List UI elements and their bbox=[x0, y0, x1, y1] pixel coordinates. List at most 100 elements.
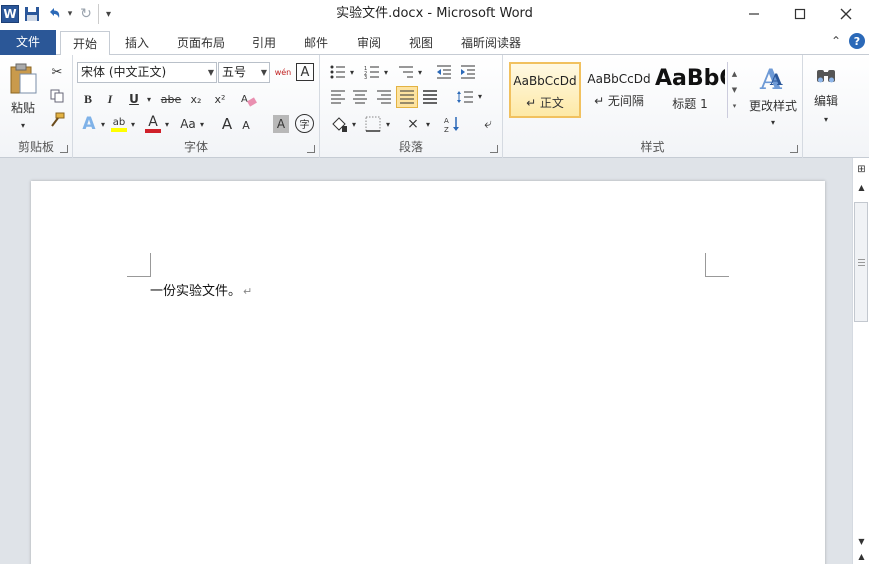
bullets-icon[interactable] bbox=[328, 63, 348, 81]
group-paragraph: ▾ 123 ▾ ▾ ▾ ▾ ▾ ⨯ ▾ A Z ⤶ 段落 bbox=[320, 55, 503, 158]
style-heading-1[interactable]: AaBbC 标题 1 bbox=[655, 62, 725, 118]
styles-launcher-icon[interactable] bbox=[790, 145, 798, 153]
change-case-dropdown-icon[interactable]: ▾ bbox=[198, 117, 206, 131]
multilevel-dropdown-icon[interactable]: ▾ bbox=[416, 65, 424, 79]
save-icon[interactable] bbox=[22, 4, 42, 24]
scroll-up-icon[interactable]: ▲ bbox=[854, 180, 869, 194]
styles-scroll-control[interactable]: ▲ ▼ ▾ bbox=[727, 62, 741, 118]
underline-button[interactable]: U bbox=[125, 89, 143, 109]
numbering-icon[interactable]: 123 bbox=[362, 63, 382, 81]
shading-dropdown-icon[interactable]: ▾ bbox=[350, 117, 358, 131]
chevron-up-icon[interactable]: ▲ bbox=[732, 70, 737, 78]
customize-qat-icon[interactable]: ▾ bbox=[98, 4, 118, 24]
grow-font-button[interactable]: A bbox=[218, 113, 236, 135]
bullets-dropdown-icon[interactable]: ▾ bbox=[348, 65, 356, 79]
undo-icon[interactable] bbox=[44, 4, 64, 24]
browse-object-icon[interactable]: ▲ bbox=[854, 549, 869, 563]
tab-home[interactable]: 开始 bbox=[60, 31, 110, 56]
ruler-toggle-icon[interactable]: ⊞ bbox=[854, 162, 869, 177]
tab-view[interactable]: 视图 bbox=[400, 31, 442, 55]
char-shading-button[interactable]: A bbox=[273, 115, 289, 133]
scroll-down-icon[interactable]: ▼ bbox=[854, 534, 869, 548]
borders-dropdown-icon[interactable]: ▾ bbox=[384, 117, 392, 131]
italic-button[interactable]: I bbox=[101, 89, 119, 109]
enclose-char-button[interactable]: 字 bbox=[295, 114, 314, 133]
tab-file[interactable]: 文件 bbox=[0, 30, 56, 55]
paste-dropdown-icon[interactable]: ▾ bbox=[16, 119, 30, 131]
group-font: 宋体 (中文正文) ▼ 五号 ▼ wén A B I U ▾ abe x₂ x² A… bbox=[73, 55, 320, 158]
svg-text:A: A bbox=[241, 94, 248, 105]
cut-icon[interactable]: ✂ bbox=[48, 63, 66, 81]
tab-insert[interactable]: 插入 bbox=[116, 31, 158, 55]
chevron-down-icon[interactable]: ▼ bbox=[732, 86, 737, 94]
vertical-scrollbar[interactable]: ⊞ ▲ ▼ ▲ bbox=[852, 158, 869, 564]
document-page[interactable]: 一份实验文件。 ↵ bbox=[31, 181, 825, 564]
paste-icon bbox=[10, 63, 37, 93]
bold-button[interactable]: B bbox=[79, 89, 97, 109]
change-case-button[interactable]: Aa bbox=[177, 113, 199, 135]
scroll-thumb[interactable] bbox=[854, 202, 868, 322]
tab-references[interactable]: 引用 bbox=[244, 31, 284, 55]
font-size-select[interactable]: 五号 ▼ bbox=[218, 62, 270, 83]
highlight-icon[interactable]: ab bbox=[109, 113, 129, 135]
align-center-icon[interactable] bbox=[350, 87, 370, 107]
underline-dropdown-icon[interactable]: ▾ bbox=[145, 91, 153, 107]
align-left-icon[interactable] bbox=[328, 87, 348, 107]
align-right-icon[interactable] bbox=[374, 87, 394, 107]
format-painter-icon[interactable] bbox=[48, 111, 66, 129]
collapse-ribbon-icon[interactable]: ⌃ bbox=[831, 34, 841, 48]
change-styles-button[interactable]: AA 更改样式 ▾ bbox=[745, 59, 801, 131]
ribbon-controls: ⌃ ? bbox=[831, 33, 865, 49]
distributed-icon[interactable] bbox=[420, 87, 440, 107]
tab-mailings[interactable]: 邮件 bbox=[296, 31, 336, 55]
more-icon[interactable]: ▾ bbox=[733, 102, 737, 110]
shading-icon[interactable] bbox=[328, 113, 350, 135]
justify-icon[interactable] bbox=[396, 86, 418, 108]
tab-page-layout[interactable]: 页面布局 bbox=[170, 31, 232, 55]
copy-icon[interactable] bbox=[48, 87, 66, 105]
sort-icon[interactable]: AZ bbox=[442, 113, 464, 135]
phonetic-guide-icon[interactable]: wén bbox=[273, 61, 293, 83]
line-spacing-icon[interactable] bbox=[454, 87, 476, 107]
show-marks-icon[interactable]: ⤶ bbox=[478, 113, 498, 135]
paragraph-launcher-icon[interactable] bbox=[490, 145, 498, 153]
close-button[interactable] bbox=[823, 0, 869, 28]
strikethrough-button[interactable]: abe bbox=[159, 89, 183, 109]
minimize-button[interactable] bbox=[731, 0, 777, 28]
subscript-button[interactable]: x₂ bbox=[186, 89, 206, 109]
redo-icon[interactable]: ↻ bbox=[76, 4, 96, 24]
highlight-dropdown-icon[interactable]: ▾ bbox=[129, 117, 137, 131]
line-spacing-dropdown-icon[interactable]: ▾ bbox=[476, 89, 484, 103]
paste-button[interactable]: 粘贴 bbox=[4, 59, 42, 119]
help-icon[interactable]: ? bbox=[849, 33, 865, 49]
multilevel-list-icon[interactable] bbox=[396, 63, 416, 81]
decrease-indent-icon[interactable] bbox=[434, 63, 454, 81]
shrink-font-button[interactable]: A bbox=[238, 115, 254, 135]
maximize-button[interactable] bbox=[777, 0, 823, 28]
superscript-button[interactable]: x² bbox=[210, 89, 230, 109]
borders-icon[interactable] bbox=[362, 113, 384, 135]
word-app-icon[interactable]: W bbox=[0, 4, 20, 24]
char-border-icon[interactable]: A bbox=[296, 63, 314, 81]
increase-indent-icon[interactable] bbox=[458, 63, 478, 81]
window-controls bbox=[731, 0, 869, 28]
chinese-layout-dropdown-icon[interactable]: ▾ bbox=[424, 117, 432, 131]
text-effects-dropdown-icon[interactable]: ▾ bbox=[99, 117, 107, 131]
tab-review[interactable]: 审阅 bbox=[348, 31, 390, 55]
clear-formatting-icon[interactable]: A bbox=[238, 89, 260, 109]
style-normal-sample: AaBbCcDd bbox=[513, 74, 577, 88]
chinese-layout-icon[interactable]: ⨯ bbox=[402, 113, 424, 135]
style-normal[interactable]: AaBbCcDd ↵ 正文 bbox=[509, 62, 581, 118]
font-color-icon[interactable]: A bbox=[143, 113, 163, 135]
editing-button[interactable]: 编辑 ▾ bbox=[807, 59, 845, 131]
document-paragraph[interactable]: 一份实验文件。 ↵ bbox=[150, 280, 252, 299]
text-effects-icon[interactable]: A bbox=[79, 113, 99, 135]
font-launcher-icon[interactable] bbox=[307, 145, 315, 153]
clipboard-launcher-icon[interactable] bbox=[60, 145, 68, 153]
undo-dropdown-icon[interactable]: ▾ bbox=[66, 4, 74, 24]
numbering-dropdown-icon[interactable]: ▾ bbox=[382, 65, 390, 79]
style-no-spacing[interactable]: AaBbCcDd ↵ 无间隔 bbox=[583, 62, 655, 118]
font-name-select[interactable]: 宋体 (中文正文) ▼ bbox=[77, 62, 217, 83]
font-color-dropdown-icon[interactable]: ▾ bbox=[163, 117, 171, 131]
tab-foxit-reader[interactable]: 福昕阅读器 bbox=[454, 31, 528, 55]
